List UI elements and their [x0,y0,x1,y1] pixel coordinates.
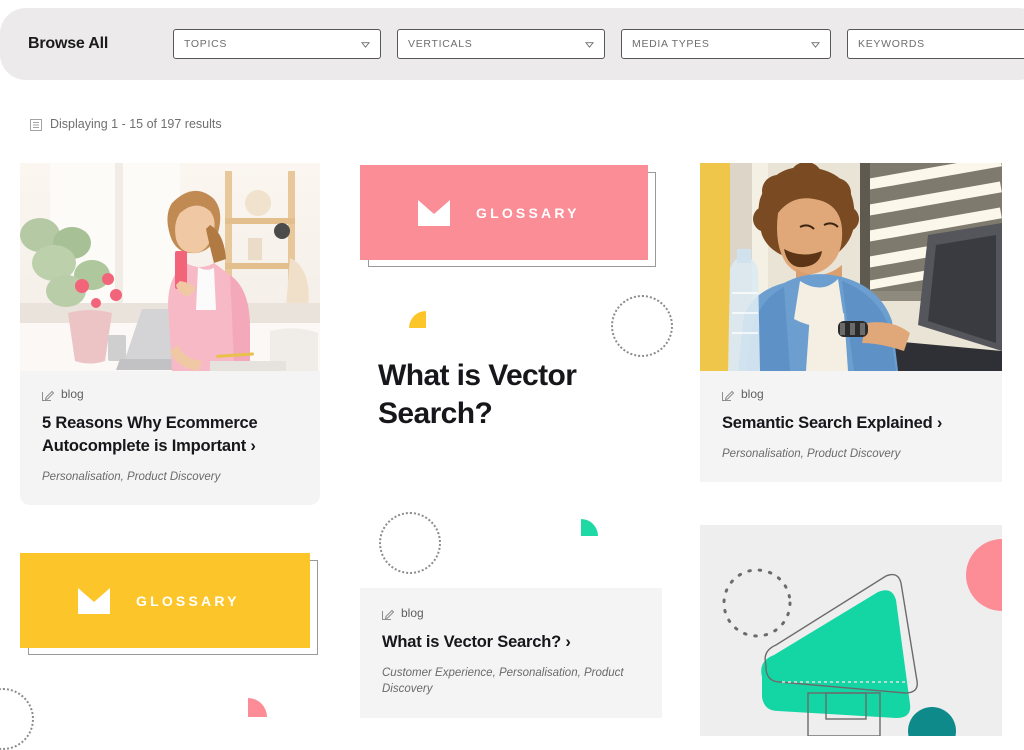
card-tags: Personalisation, Product Discovery [42,470,221,483]
card-title[interactable]: 5 Reasons Why Ecommerce Autocomplete is … [42,412,298,458]
card-body: blog What is Vector Search? › Customer E… [360,588,662,718]
dotted-circle-decoration [379,512,441,574]
result-card-ecommerce-autocomplete[interactable]: blog 5 Reasons Why Ecommerce Autocomplet… [20,163,320,506]
crown-logo-icon [418,199,450,226]
quarter-circle-pink-decoration [248,698,267,717]
photo-man-laptop [700,163,1002,371]
banner-fill: GLOSSARY [20,553,310,648]
card-title[interactable]: What is Vector Search? › [382,631,640,654]
card-kicker-label: blog [741,387,764,401]
result-card-glossary-yellow[interactable]: GLOSSARY [10,538,340,678]
card-kicker-label: blog [61,387,84,401]
quarter-circle-green-decoration [581,519,598,536]
card-kicker: blog [382,606,640,620]
card-thumbnail-photo [20,163,320,371]
pencil-icon [722,388,735,401]
card-tags: Personalisation, Product Discovery [722,447,901,460]
card-body: blog Semantic Search Explained › Persona… [700,371,1002,482]
card-body: blog 5 Reasons Why Ecommerce Autocomplet… [20,371,320,505]
pencil-icon [382,607,395,620]
card-title[interactable]: Semantic Search Explained › [722,412,980,435]
glossary-banner: GLOSSARY [360,150,662,285]
dotted-circle-decoration [611,295,673,357]
result-card-graphic[interactable] [700,525,1002,736]
crown-logo-icon [78,587,110,614]
card-tags: Customer Experience, Personalisation, Pr… [382,666,624,696]
banner-fill: GLOSSARY [360,165,648,260]
result-card-semantic-search[interactable]: blog Semantic Search Explained › Persona… [700,163,1002,483]
results-grid: blog 5 Reasons Why Ecommerce Autocomplet… [0,0,1024,750]
card-thumbnail-photo [700,163,1002,371]
card-title-large[interactable]: What is Vector Search? [360,357,662,433]
glossary-banner: GLOSSARY [10,538,340,678]
banner-word: GLOSSARY [136,592,240,609]
dotted-circle-decoration [0,688,34,750]
photo-woman-laptop [20,163,320,371]
result-card-vector-search-glossary[interactable]: GLOSSARY What is Vector Search? [360,150,662,433]
card-kicker: blog [722,387,980,401]
graphic-megaphone [700,525,1002,736]
card-kicker: blog [42,387,298,401]
banner-word: GLOSSARY [476,204,580,221]
result-card-vector-search-blog[interactable]: blog What is Vector Search? › Customer E… [360,588,662,719]
pencil-icon [42,388,55,401]
card-kicker-label: blog [401,606,424,620]
